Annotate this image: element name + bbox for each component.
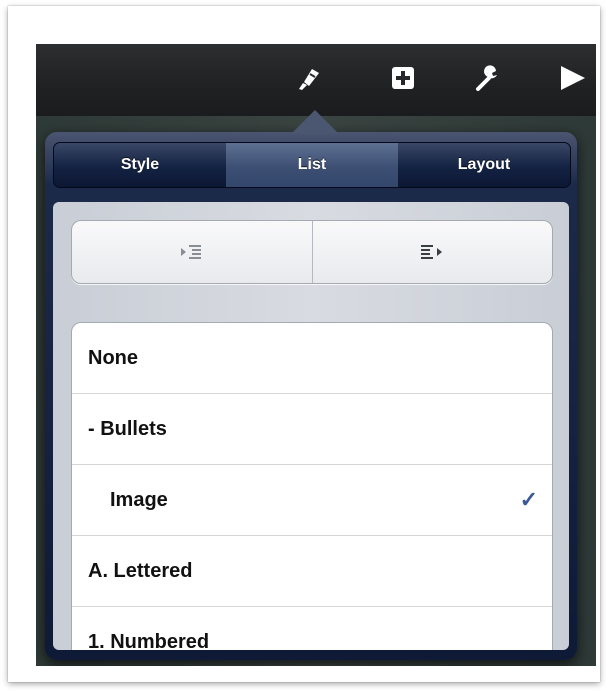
top-toolbar	[36, 44, 596, 116]
list-item-label: - Bullets	[88, 417, 167, 440]
list-item-label: None	[88, 346, 138, 369]
ipad-screen: Style List Layout None - Bullets Image ✓…	[36, 44, 596, 666]
tab-list[interactable]: List	[226, 143, 398, 187]
popover-arrow	[291, 110, 339, 134]
tab-bar: Style List Layout	[53, 142, 571, 188]
play-icon[interactable]	[552, 58, 592, 98]
add-icon[interactable]	[383, 58, 423, 98]
indent-icon	[421, 245, 443, 259]
list-item-label: Image	[110, 488, 168, 511]
list-popover: Style List Layout None - Bullets Image ✓…	[45, 110, 577, 660]
list-item-lettered[interactable]: A. Lettered	[72, 536, 552, 607]
list-item-numbered[interactable]: 1. Numbered	[72, 607, 552, 651]
photo-frame: Style List Layout None - Bullets Image ✓…	[8, 6, 600, 682]
indent-control	[71, 220, 553, 284]
decrease-indent-button[interactable]	[72, 221, 312, 283]
increase-indent-button[interactable]	[311, 221, 553, 283]
list-item-bullets[interactable]: - Bullets	[72, 394, 552, 465]
list-item-label: 1. Numbered	[88, 630, 210, 651]
outdent-icon	[180, 245, 201, 259]
tab-style[interactable]: Style	[54, 143, 226, 187]
list-panel: None - Bullets Image ✓ A. Lettered 1. Nu…	[53, 202, 569, 650]
wrench-icon[interactable]	[468, 58, 508, 98]
paintbrush-icon[interactable]	[288, 58, 328, 98]
list-item-label: A. Lettered	[88, 559, 193, 582]
list-style-list: None - Bullets Image ✓ A. Lettered 1. Nu…	[71, 322, 553, 650]
list-item-none[interactable]: None	[72, 323, 552, 394]
tab-layout[interactable]: Layout	[398, 143, 570, 187]
list-item-image[interactable]: Image ✓	[72, 465, 552, 536]
checkmark-icon: ✓	[519, 487, 538, 512]
